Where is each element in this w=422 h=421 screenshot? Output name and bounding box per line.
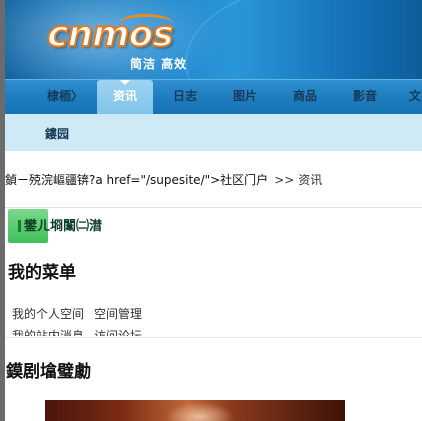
breadcrumb-home-link[interactable]: 鍞ㄧ殑浣嶇疆锛?a href="/supesite/">社区门户 [5, 173, 268, 187]
nav-item-news[interactable]: 资讯 [97, 80, 153, 115]
photo-highlight [165, 402, 235, 421]
menu-link-personal-space[interactable]: 我的个人空间 [12, 303, 84, 325]
sub-nav: 鏤园 [5, 114, 422, 151]
user-panel-marker-icon [18, 220, 21, 232]
site-header: cnmos 简洁 高效 [5, 0, 422, 79]
logo-text: cnmos [46, 13, 175, 56]
menu-link-space-admin[interactable]: 空间管理 [94, 303, 142, 325]
divider [5, 337, 422, 338]
menu-link-forum[interactable]: 访问论坛 [94, 325, 142, 336]
nav-item-goods[interactable]: 商品 [281, 80, 329, 115]
menu-link-messages[interactable]: 我的站内消息 [12, 325, 84, 336]
nav-item-more[interactable]: 文 [403, 80, 422, 115]
nav-item-home[interactable]: 棣栭〉 [39, 80, 91, 115]
nav-item-images[interactable]: 图片 [221, 80, 269, 115]
breadcrumb: 鍞ㄧ殑浣嶇疆锛?a href="/supesite/">社区门户 >> 资讯 [5, 171, 322, 188]
nav-item-blog[interactable]: 日志 [161, 80, 209, 115]
site-logo[interactable]: cnmos 简洁 高效 [46, 13, 192, 72]
subnav-item[interactable]: 鏤园 [45, 125, 69, 142]
section-title: 鏌剧墖璧勮 [6, 362, 91, 382]
breadcrumb-current: 资讯 [298, 173, 323, 187]
divider [5, 207, 422, 208]
my-menu-links: 我的个人空间 空间管理 我的站内消息 访问论坛 [12, 303, 212, 336]
breadcrumb-separator: >> [274, 173, 295, 187]
nav-item-video[interactable]: 影音 [341, 80, 389, 115]
logo-slogan: 简洁 高效 [130, 57, 188, 71]
my-menu-title: 我的菜单 [8, 263, 76, 283]
user-panel-title: 鐢ㄦ埛闈㈡澘 [24, 219, 103, 234]
header-swoosh-decoration [185, 0, 422, 79]
featured-photo[interactable] [45, 400, 345, 421]
main-nav: 棣栭〉 资讯 日志 图片 商品 影音 文 [5, 79, 422, 115]
